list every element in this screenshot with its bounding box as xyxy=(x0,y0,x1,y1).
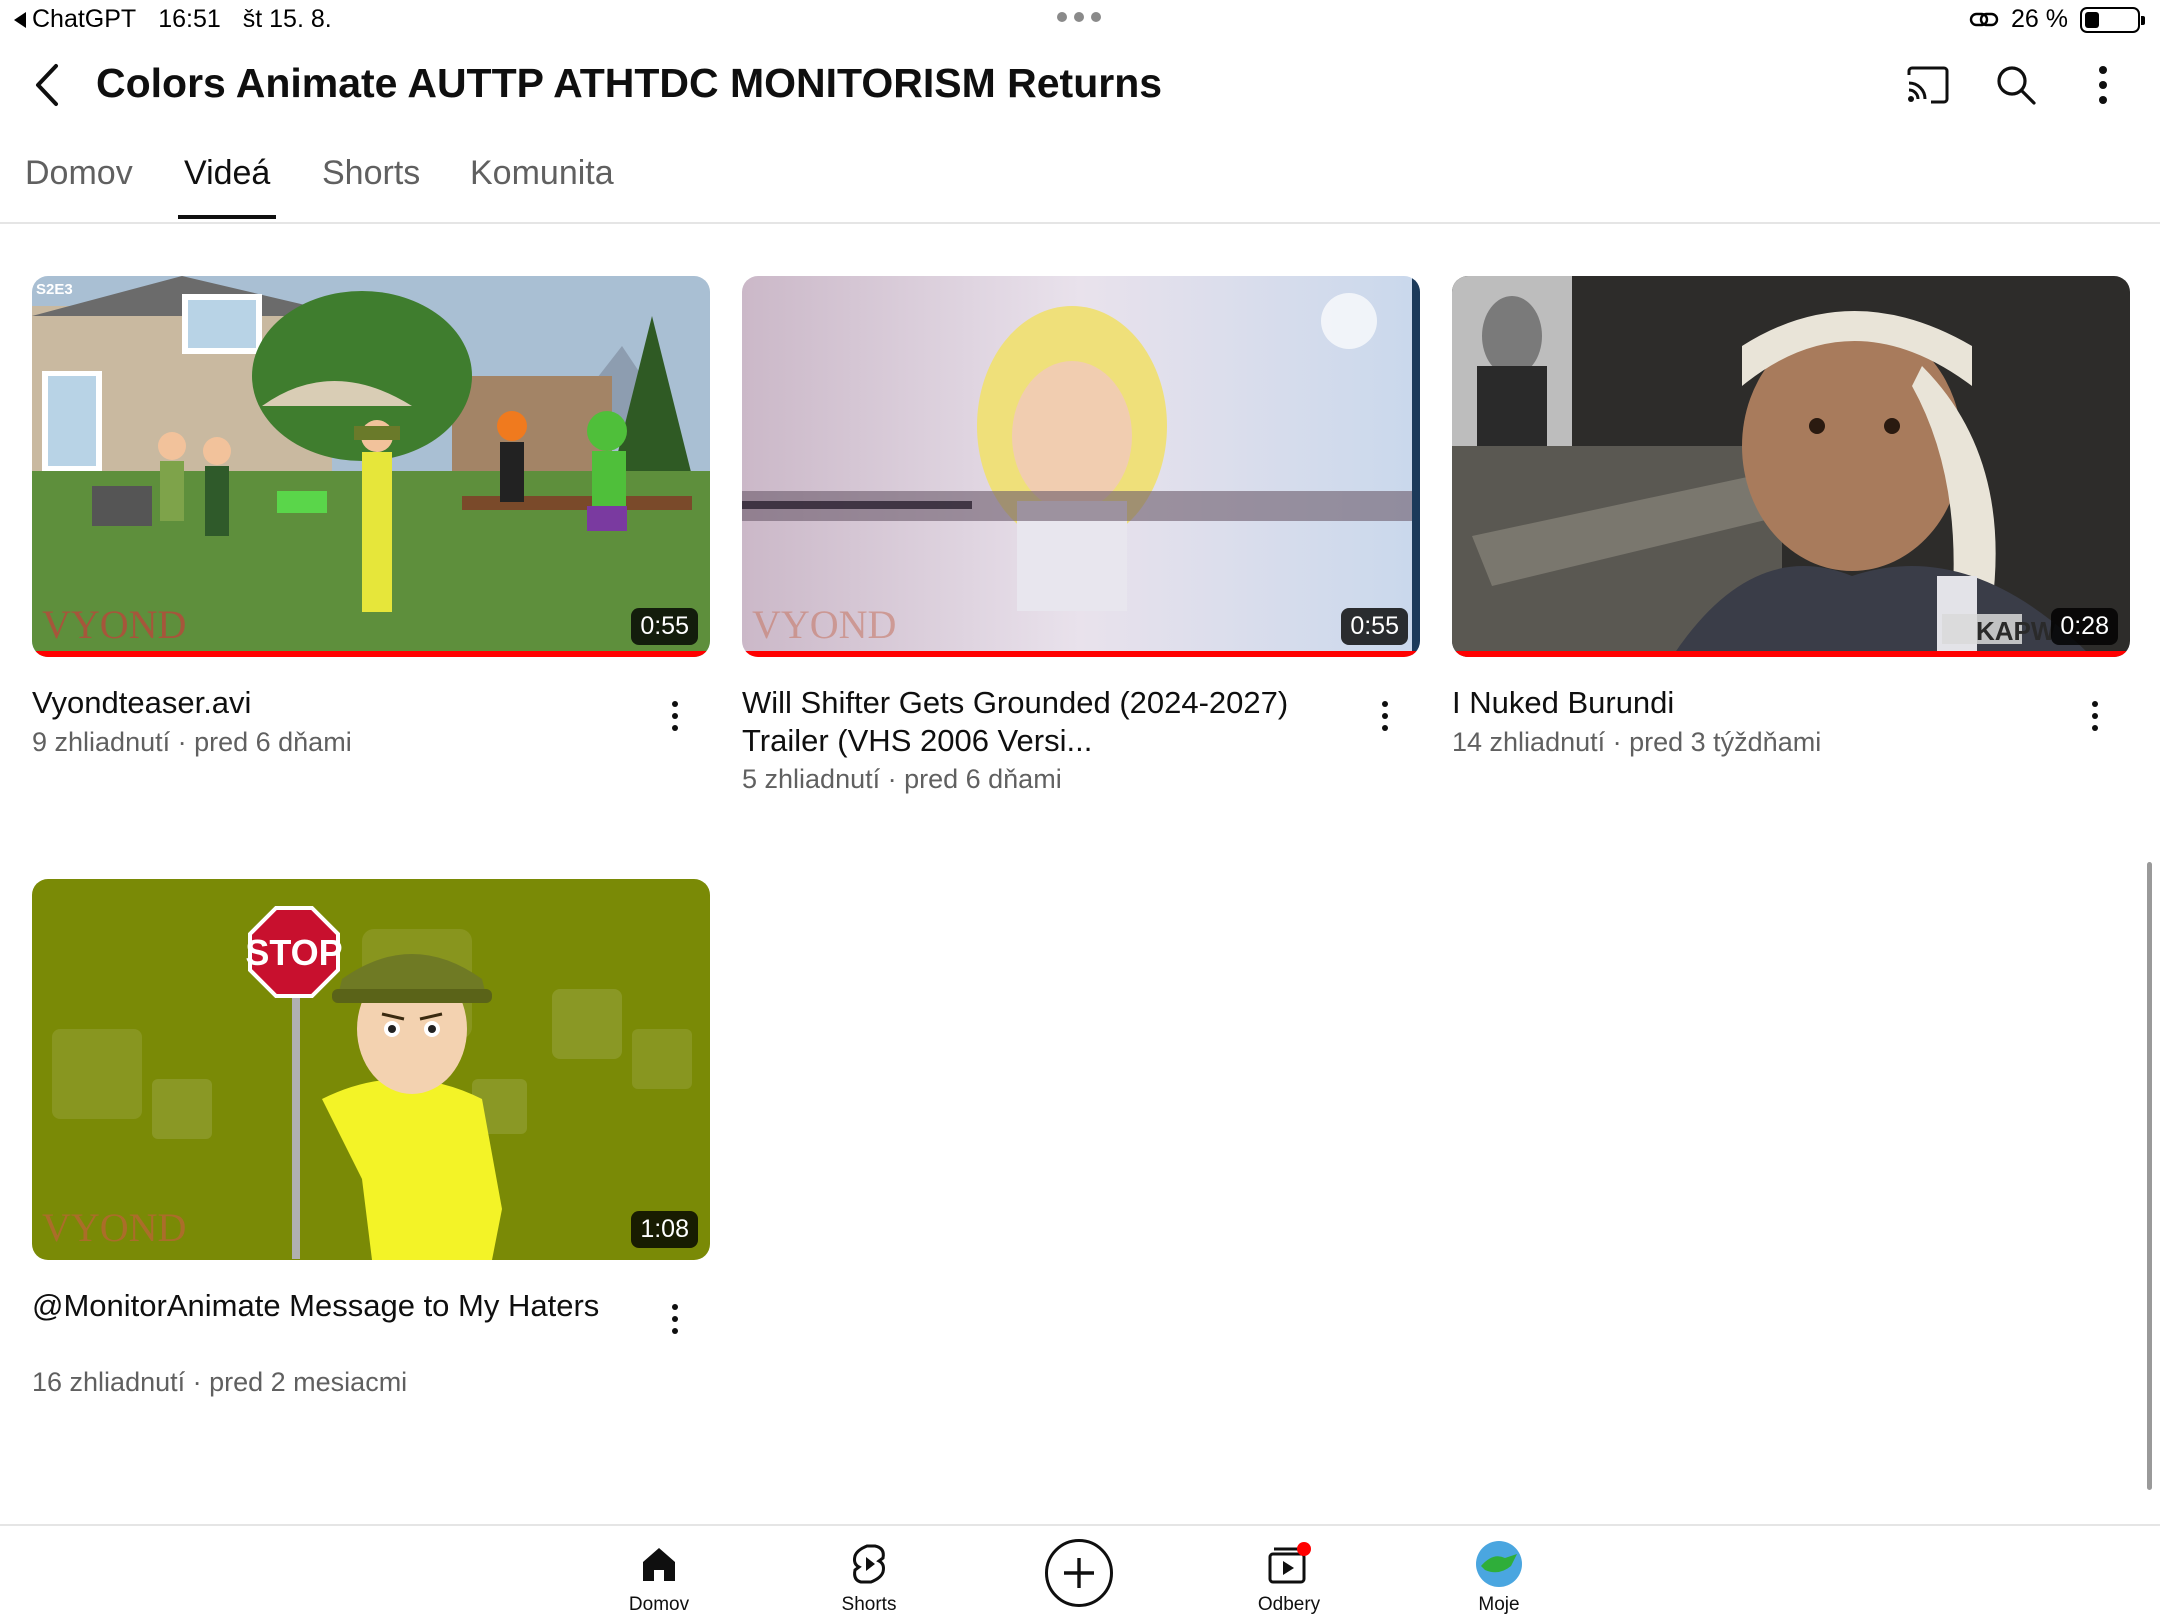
video-metadata: 14 zhliadnutí · pred 3 týždňami xyxy=(1452,727,1822,757)
video-card[interactable]: VYOND 0:55 Will Shifter Gets Grounded (2… xyxy=(742,276,1420,794)
multitasking-dots-icon[interactable] xyxy=(1057,12,1101,22)
video-thumbnail[interactable]: STOP VYOND 1:08 xyxy=(32,879,710,1260)
vyond-watermark: VYOND xyxy=(42,602,186,647)
vyond-watermark: VYOND xyxy=(752,602,896,647)
video-title[interactable]: I Nuked Burundi xyxy=(1452,684,2052,722)
subscriptions-icon xyxy=(1229,1540,1349,1588)
active-tab-indicator xyxy=(178,215,277,219)
nav-label: Moje xyxy=(1478,1594,1520,1615)
nav-shorts[interactable]: Shorts xyxy=(809,1540,929,1616)
tab-videa[interactable]: Videá xyxy=(178,154,277,219)
video-more-icon[interactable] xyxy=(660,694,690,738)
link-icon xyxy=(1969,12,1999,26)
nav-label: Domov xyxy=(628,1594,690,1615)
watch-progress-bar xyxy=(1452,651,2130,657)
scrollbar[interactable] xyxy=(2147,862,2152,1490)
avatar-icon xyxy=(1439,1540,1559,1588)
video-metadata: 5 zhliadnutí · pred 6 dňami xyxy=(742,764,1062,794)
video-card[interactable]: KAPW 0:28 I Nuked Burundi 14 zhliadnutí … xyxy=(1452,276,2130,757)
notification-dot xyxy=(1297,1542,1311,1556)
video-duration: 0:28 xyxy=(2051,608,2118,645)
thumbnail-image: VYOND xyxy=(742,276,1420,657)
tab-domov[interactable]: Domov xyxy=(25,154,133,217)
watch-progress-bar xyxy=(742,651,1420,657)
video-duration: 1:08 xyxy=(631,1211,698,1248)
tab-komunita[interactable]: Komunita xyxy=(470,154,614,217)
more-vert-icon[interactable] xyxy=(2078,60,2128,110)
home-icon xyxy=(599,1540,719,1588)
video-title[interactable]: @MonitorAnimate Message to My Haters xyxy=(32,1287,632,1325)
status-time: 16:51 xyxy=(158,5,221,33)
nav-odbery[interactable]: Odbery xyxy=(1229,1540,1349,1616)
video-title[interactable]: Will Shifter Gets Grounded (2024-2027) T… xyxy=(742,684,1342,760)
thumbnail-badge: S2E3 xyxy=(36,281,73,298)
nav-domov[interactable]: Domov xyxy=(599,1540,719,1616)
video-more-icon[interactable] xyxy=(660,1297,690,1341)
shorts-icon xyxy=(809,1540,929,1588)
video-card[interactable]: S2E3 VYOND 0:55 Vyondteaser.avi 9 zhliad… xyxy=(32,276,710,757)
thumbnail-image: STOP VYOND xyxy=(32,879,710,1260)
back-arrow-icon[interactable] xyxy=(30,62,70,108)
nav-label: Shorts xyxy=(841,1594,897,1615)
watch-progress-bar xyxy=(32,651,710,657)
cast-icon[interactable] xyxy=(1903,60,1953,110)
create-plus-icon[interactable] xyxy=(1045,1539,1113,1607)
kapwing-watermark: KAPW xyxy=(1976,616,2056,646)
bottom-navigation: Domov Shorts Odbery Moje xyxy=(0,1524,2160,1620)
tab-label: Komunita xyxy=(470,154,614,192)
thumbnail-image: KAPW xyxy=(1452,276,2130,657)
thumbnail-image: S2E3 VYOND xyxy=(32,276,710,657)
tab-label: Domov xyxy=(25,154,133,192)
status-bar: ChatGPT 16:51 št 15. 8. 26 % xyxy=(0,0,2160,40)
back-triangle-icon xyxy=(14,11,26,28)
stop-sign-text: STOP xyxy=(245,932,342,973)
video-duration: 0:55 xyxy=(631,608,698,645)
nav-moje[interactable]: Moje xyxy=(1439,1540,1559,1616)
battery-percent: 26 % xyxy=(2011,5,2068,33)
channel-header: Colors Animate AUTTP ATHTDC MONITORISM R… xyxy=(0,40,2160,130)
channel-tabs: Domov Videá Shorts Komunita xyxy=(0,140,2160,224)
video-duration: 0:55 xyxy=(1341,608,1408,645)
video-more-icon[interactable] xyxy=(2080,694,2110,738)
tab-label: Shorts xyxy=(322,154,421,192)
tab-shorts[interactable]: Shorts xyxy=(322,154,420,217)
tab-label: Videá xyxy=(184,154,271,192)
status-date: št 15. 8. xyxy=(242,5,332,33)
video-thumbnail[interactable]: KAPW 0:28 xyxy=(1452,276,2130,657)
battery-icon xyxy=(2080,6,2145,33)
back-app-label: ChatGPT xyxy=(32,5,137,33)
nav-label: Odbery xyxy=(1257,1594,1321,1615)
back-to-app-link[interactable]: ChatGPT xyxy=(14,5,136,34)
video-thumbnail[interactable]: VYOND 0:55 xyxy=(742,276,1420,657)
vyond-watermark: VYOND xyxy=(42,1205,186,1250)
video-metadata: 9 zhliadnutí · pred 6 dňami xyxy=(32,727,352,757)
video-thumbnail[interactable]: S2E3 VYOND 0:55 xyxy=(32,276,710,657)
video-title[interactable]: Vyondteaser.avi xyxy=(32,684,632,722)
video-card[interactable]: STOP VYOND 1:08 @MonitorAnimate Message … xyxy=(32,879,710,1397)
search-icon[interactable] xyxy=(1991,60,2041,110)
video-metadata: 16 zhliadnutí · pred 2 mesiacmi xyxy=(32,1367,408,1397)
channel-title: Colors Animate AUTTP ATHTDC MONITORISM R… xyxy=(96,60,1163,106)
video-more-icon[interactable] xyxy=(1370,694,1400,738)
